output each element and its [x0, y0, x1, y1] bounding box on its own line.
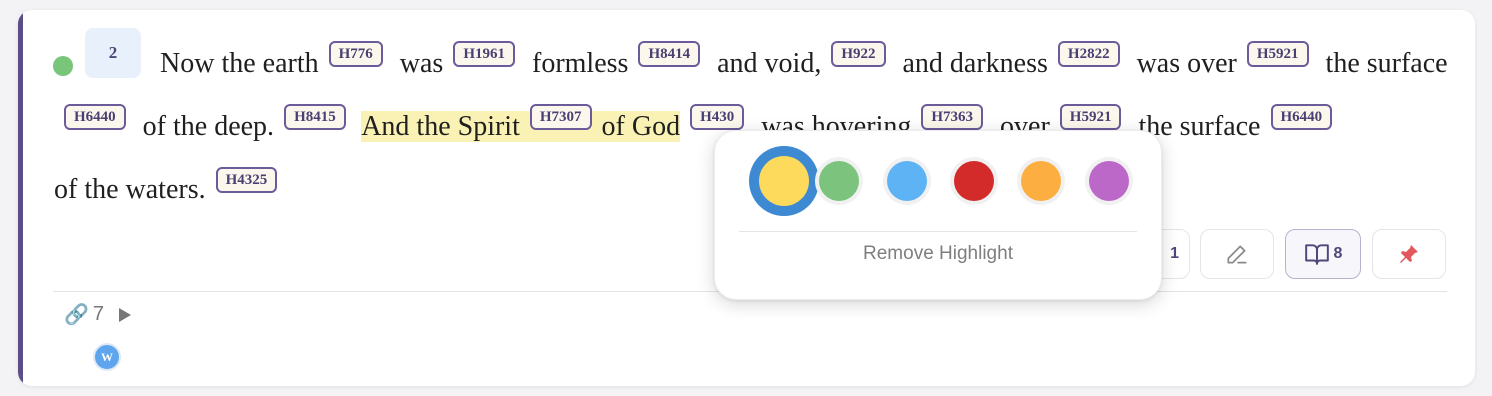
verse-word[interactable]: and darkness	[903, 48, 1048, 79]
verse-word[interactable]: was	[400, 48, 444, 79]
strongs-tag[interactable]: H8415	[284, 104, 346, 130]
strongs-tag[interactable]: H5921	[1246, 41, 1309, 67]
verse-word[interactable]: of the deep.	[143, 111, 274, 142]
strongs-tag[interactable]: H5921	[1059, 104, 1122, 130]
count-button-label: 1	[1170, 245, 1179, 262]
popup-divider	[739, 231, 1137, 232]
verse-word-highlighted[interactable]: of God	[601, 111, 681, 142]
color-swatch-yellow[interactable]	[759, 156, 809, 206]
strongs-tag[interactable]: H6440	[64, 104, 126, 130]
strongs-tag[interactable]: H776	[328, 41, 383, 67]
color-swatch-orange[interactable]	[1021, 161, 1061, 201]
verse-word[interactable]: the surface	[1326, 48, 1448, 79]
color-swatch-red[interactable]	[954, 161, 994, 201]
strongs-tag[interactable]: H2822	[1057, 41, 1120, 67]
verse-word[interactable]: Now the earth	[160, 48, 319, 79]
book-open-icon	[1304, 244, 1329, 265]
bible-count: 8	[1333, 245, 1343, 262]
strongs-tag[interactable]: H7307	[529, 104, 592, 130]
link-icon: 🔗	[64, 304, 89, 326]
remove-highlight-button[interactable]: Remove Highlight	[715, 243, 1161, 265]
strongs-tag[interactable]: H1961	[453, 41, 515, 67]
edit-note-button[interactable]	[1200, 229, 1274, 279]
strongs-tag[interactable]: H8414	[638, 41, 701, 67]
pushpin-icon	[1400, 245, 1418, 263]
cross-references[interactable]: 🔗 7	[64, 302, 132, 327]
wiki-badge[interactable]: W	[93, 343, 121, 371]
color-swatch-purple[interactable]	[1089, 161, 1129, 201]
verse-word-highlighted[interactable]: And the Spirit	[361, 111, 520, 142]
color-swatch-blue[interactable]	[887, 161, 927, 201]
strongs-tag[interactable]: H7363	[921, 104, 984, 130]
card-accent-bar	[18, 10, 23, 386]
strongs-tag[interactable]: H4325	[215, 167, 278, 193]
highlight-color-popup: Remove Highlight	[714, 130, 1162, 300]
play-triangle-icon[interactable]	[118, 307, 132, 323]
verse-word[interactable]: formless	[532, 48, 628, 79]
strongs-tag[interactable]: H6440	[1270, 104, 1333, 130]
color-swatch-green[interactable]	[819, 161, 859, 201]
strongs-tag[interactable]: H922	[831, 41, 886, 67]
cross-reference-count: 7	[92, 303, 105, 325]
verse-word[interactable]: and void,	[717, 48, 821, 79]
pencil-icon	[1227, 245, 1247, 264]
bible-button[interactable]: 8	[1285, 229, 1361, 279]
strongs-tag[interactable]: H430	[690, 104, 745, 130]
verse-word[interactable]: of the waters.	[54, 174, 206, 205]
verse-word[interactable]: was over	[1137, 48, 1237, 79]
pin-button[interactable]	[1372, 229, 1446, 279]
